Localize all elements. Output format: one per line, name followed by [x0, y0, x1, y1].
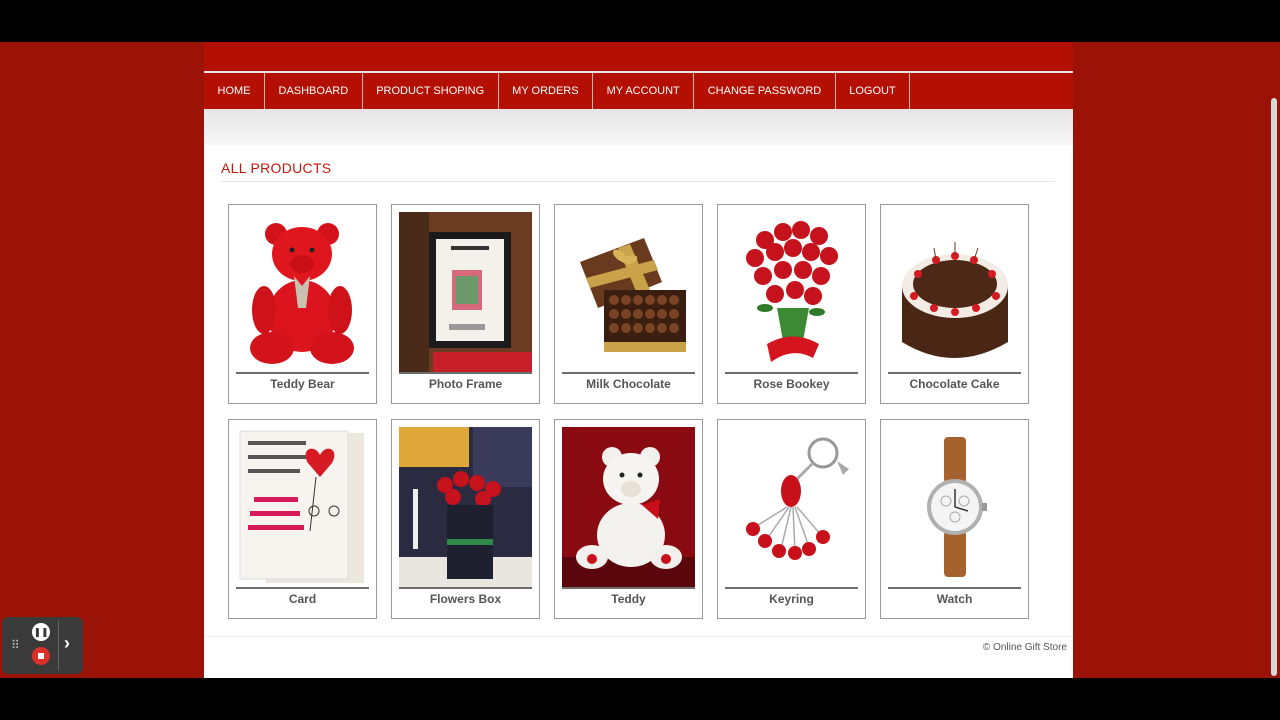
product-card-chocolate-cake[interactable]: Chocolate Cake — [880, 204, 1029, 404]
product-name[interactable]: Photo Frame — [392, 377, 539, 391]
product-grid: Teddy Bear Photo Frame Milk Chocolate Ro… — [228, 204, 1038, 619]
keyring-image[interactable] — [725, 427, 858, 587]
product-card-milk-chocolate[interactable]: Milk Chocolate — [554, 204, 703, 404]
flower-box-image[interactable] — [399, 427, 532, 587]
white-teddy-image[interactable] — [562, 427, 695, 587]
browser-viewport: HOME DASHBOARD PRODUCT SHOPING MY ORDERS… — [0, 42, 1280, 678]
product-card-watch[interactable]: Watch — [880, 419, 1029, 619]
product-card-flowers-box[interactable]: Flowers Box — [391, 419, 540, 619]
photo-frame-image[interactable] — [399, 212, 532, 372]
rose-bouquet-image[interactable] — [725, 212, 858, 372]
product-card-teddy[interactable]: Teddy — [554, 419, 703, 619]
cake-image[interactable] — [888, 212, 1021, 372]
sub-header-band — [204, 109, 1073, 145]
header-band — [204, 42, 1073, 71]
product-name[interactable]: Milk Chocolate — [555, 377, 702, 391]
watch-image[interactable] — [888, 427, 1021, 587]
nav-my-orders[interactable]: MY ORDERS — [499, 73, 594, 111]
main-nav: HOME DASHBOARD PRODUCT SHOPING MY ORDERS… — [204, 71, 1073, 111]
product-name[interactable]: Teddy — [555, 592, 702, 606]
product-card-keyring[interactable]: Keyring — [717, 419, 866, 619]
product-name[interactable]: Teddy Bear — [229, 377, 376, 391]
card-divider — [888, 587, 1021, 589]
title-divider — [221, 181, 1055, 182]
teddy-bear-image[interactable] — [236, 212, 369, 372]
card-divider — [399, 372, 532, 374]
chocolate-box-image[interactable] — [562, 212, 695, 372]
nav-dashboard[interactable]: DASHBOARD — [265, 73, 363, 111]
pause-icon[interactable]: ❚❚ — [32, 623, 50, 641]
recorder-divider — [58, 621, 59, 670]
product-card-card[interactable]: Card — [228, 419, 377, 619]
letterbox-bottom — [0, 678, 1280, 720]
nav-change-password[interactable]: CHANGE PASSWORD — [694, 73, 836, 111]
footer-divider — [204, 636, 1073, 637]
product-name[interactable]: Flowers Box — [392, 592, 539, 606]
card-divider — [725, 587, 858, 589]
product-name[interactable]: Keyring — [718, 592, 865, 606]
card-divider — [236, 587, 369, 589]
drag-handle-icon[interactable]: ⠿ — [11, 639, 20, 651]
page-container: HOME DASHBOARD PRODUCT SHOPING MY ORDERS… — [204, 42, 1073, 678]
screen-recorder-widget: ⠿ ❚❚ › — [2, 617, 83, 674]
product-card-teddy-bear[interactable]: Teddy Bear — [228, 204, 377, 404]
product-name[interactable]: Watch — [881, 592, 1028, 606]
product-name[interactable]: Card — [229, 592, 376, 606]
nav-my-account[interactable]: MY ACCOUNT — [593, 73, 695, 111]
nav-logout[interactable]: LOGOUT — [836, 73, 911, 111]
product-card-photo-frame[interactable]: Photo Frame — [391, 204, 540, 404]
product-name[interactable]: Rose Bookey — [718, 377, 865, 391]
nav-home[interactable]: HOME — [204, 73, 265, 111]
product-card-rose-bookey[interactable]: Rose Bookey — [717, 204, 866, 404]
page-title: ALL PRODUCTS — [221, 160, 332, 176]
card-divider — [399, 587, 532, 589]
product-name[interactable]: Chocolate Cake — [881, 377, 1028, 391]
letterbox-top — [0, 0, 1280, 42]
card-divider — [236, 372, 369, 374]
card-divider — [562, 372, 695, 374]
nav-product-shopping[interactable]: PRODUCT SHOPING — [363, 73, 499, 111]
card-divider — [725, 372, 858, 374]
card-divider — [562, 587, 695, 589]
footer-copyright: © Online Gift Store — [982, 642, 1067, 653]
chevron-right-icon[interactable]: › — [64, 633, 70, 654]
stop-icon[interactable] — [32, 647, 50, 665]
card-divider — [888, 372, 1021, 374]
greeting-card-image[interactable] — [236, 427, 369, 587]
scrollbar-track[interactable] — [1268, 42, 1280, 678]
scrollbar-thumb[interactable] — [1271, 98, 1277, 676]
